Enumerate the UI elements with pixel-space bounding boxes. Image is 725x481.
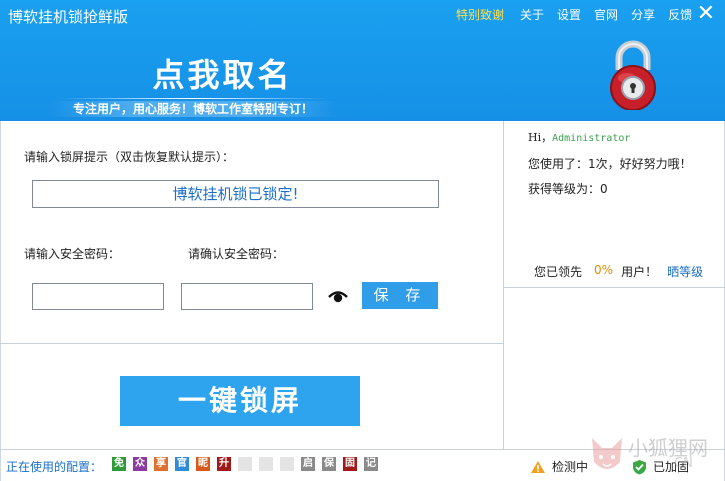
banner[interactable]: 点我取名 <box>105 50 340 95</box>
banner-title[interactable]: 点我取名 <box>105 50 340 96</box>
watermark-sub: CN <box>674 456 693 471</box>
greeting: Hi，Administrator <box>528 129 630 145</box>
config-badge[interactable]: 启 <box>301 457 315 471</box>
lead-percent: 0% <box>594 263 614 277</box>
config-badge[interactable]: 升 <box>217 457 231 471</box>
confirm-password-label: 请确认安全密码： <box>188 247 285 261</box>
password-label: 请输入安全密码： <box>24 247 121 261</box>
config-badge[interactable]: 官 <box>175 457 189 471</box>
website-link[interactable]: 官网 <box>594 6 618 23</box>
confirm-password-input[interactable] <box>181 283 313 310</box>
warning-icon <box>531 460 545 473</box>
lead-stats: 您已领先 0% 用户！ 晒等级 <box>534 263 703 280</box>
usage-count: 您使用了：1次，好好努力哦！ <box>528 157 692 171</box>
right-divider <box>503 287 725 288</box>
top-menu: 特别致谢 关于 设置 官网 分享 反馈 <box>456 6 705 23</box>
detecting-text: 检测中 <box>552 460 589 474</box>
lead-prefix: 您已领先 <box>534 265 583 279</box>
show-password-icon[interactable] <box>328 288 348 304</box>
lock-hint-input[interactable]: 博软挂机锁已锁定! <box>32 180 439 208</box>
slogan-divider <box>58 98 328 99</box>
config-badge[interactable]: 固 <box>343 457 357 471</box>
special-thanks-link[interactable]: 特别致谢 <box>456 6 504 23</box>
config-badge[interactable]: 保 <box>322 457 336 471</box>
config-badge[interactable] <box>238 457 252 471</box>
config-badge[interactable]: 众 <box>133 457 147 471</box>
watermark: 小狐狸网 CN <box>588 432 723 480</box>
one-click-lock-button[interactable]: 一键锁屏 <box>120 376 360 426</box>
greeting-text: Hi， <box>528 131 553 144</box>
app-title: 博软挂机锁抢鲜版 <box>8 8 129 26</box>
config-badge[interactable]: 享 <box>154 457 168 471</box>
about-link[interactable]: 关于 <box>520 6 544 23</box>
config-badges: 免众享官昵升 启保固记 <box>112 457 385 471</box>
fox-logo-icon <box>592 438 622 469</box>
config-label: 正在使用的配置： <box>6 460 103 474</box>
padlock-icon <box>610 40 656 110</box>
show-rank-link[interactable]: 晒等级 <box>667 263 703 280</box>
username: Administrator <box>552 133 631 144</box>
password-input[interactable] <box>32 283 164 310</box>
config-badge[interactable] <box>280 457 294 471</box>
slogan-text: 专注用户，用心服务！博软工作室特别专订！ <box>72 102 313 116</box>
vertical-divider <box>503 121 504 450</box>
left-divider <box>0 343 503 344</box>
detecting-status[interactable]: 检测中 <box>530 458 588 475</box>
save-button[interactable]: 保 存 <box>362 282 438 309</box>
config-badge[interactable]: 昵 <box>196 457 210 471</box>
close-icon[interactable]: ✕ <box>697 1 715 26</box>
config-badge[interactable]: 记 <box>364 457 378 471</box>
lead-suffix: 用户！ <box>621 265 658 279</box>
config-badge[interactable]: 免 <box>112 457 126 471</box>
share-link[interactable]: 分享 <box>631 6 655 23</box>
header-bar: 博软挂机锁抢鲜版 特别致谢 关于 设置 官网 分享 反馈 ✕ 点我取名 专注用户… <box>0 0 725 121</box>
settings-link[interactable]: 设置 <box>557 6 581 23</box>
feedback-link[interactable]: 反馈 <box>668 6 692 23</box>
config-badge[interactable] <box>259 457 273 471</box>
user-level: 获得等级为：0 <box>528 182 608 196</box>
slogan-area: 专注用户，用心服务！博软工作室特别专订！ <box>48 96 338 120</box>
hint-label: 请输入锁屏提示（双击恢复默认提示）： <box>24 150 235 164</box>
watermark-text: 小狐狸网 <box>628 436 708 460</box>
